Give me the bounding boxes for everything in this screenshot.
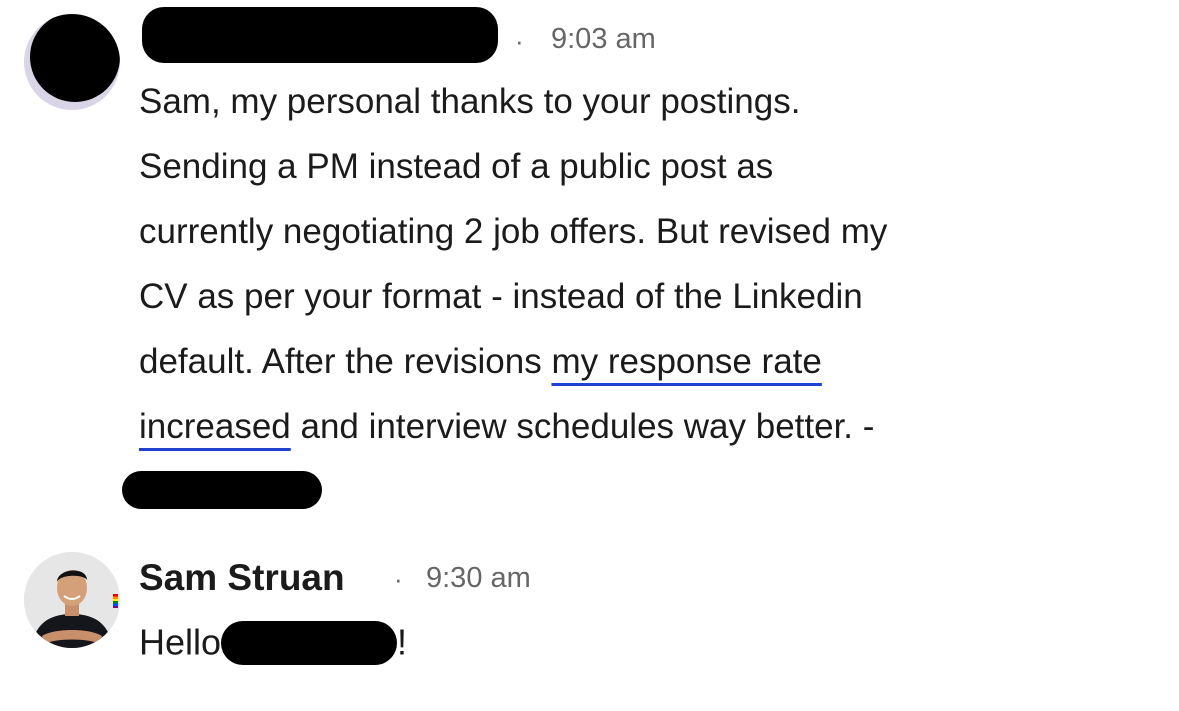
- sender-name[interactable]: Sam Struan: [139, 557, 345, 599]
- message-line: currently negotiating 2 job offers. But …: [139, 212, 888, 251]
- redacted-name: [221, 621, 398, 665]
- highlighted-text: my response rate: [551, 342, 822, 381]
- message-item: Sam Struan · 9:30 am Hello!: [0, 530, 1179, 711]
- sender-avatar[interactable]: [24, 552, 120, 648]
- message-timestamp: 9:30 am: [426, 562, 531, 594]
- highlighted-text: increased: [139, 407, 291, 446]
- message-text: Hello: [139, 621, 222, 663]
- message-timestamp: 9:03 am: [551, 23, 656, 55]
- person-photo-icon: [24, 552, 120, 648]
- sender-avatar[interactable]: [24, 14, 120, 110]
- separator-dot: ·: [394, 564, 403, 594]
- redacted-sender-name: [142, 7, 498, 63]
- pride-flag-icon: [113, 594, 118, 608]
- avatar-redaction: [30, 14, 120, 102]
- message-line: Sending a PM instead of a public post as: [139, 147, 774, 186]
- message-text: and interview schedules way better. -: [290, 407, 875, 446]
- message-line: default. After the revisions my response…: [139, 342, 822, 382]
- message-text: default. After the revisions: [139, 342, 552, 381]
- message-item: · 9:03 am Sam, my personal thanks to you…: [0, 0, 1179, 530]
- redacted-signature: [122, 471, 322, 509]
- message-line: increased and interview schedules way be…: [139, 407, 874, 447]
- message-text: !: [397, 621, 408, 663]
- separator-dot: ·: [515, 26, 524, 56]
- message-line: Sam, my personal thanks to your postings…: [139, 82, 801, 121]
- message-line: Hello!: [139, 621, 407, 669]
- message-line: CV as per your format - instead of the L…: [139, 277, 863, 316]
